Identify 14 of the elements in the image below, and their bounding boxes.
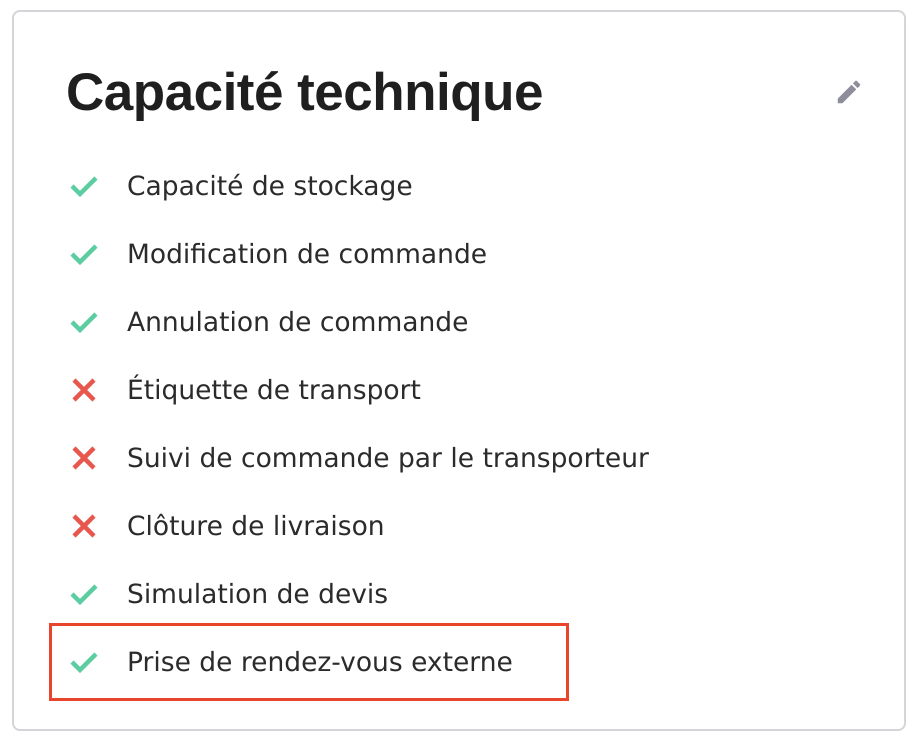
check-icon (69, 174, 99, 198)
capability-label: Suivi de commande par le transporteur (127, 442, 649, 474)
capability-label: Prise de rendez-vous externe (127, 646, 513, 678)
capability-label: Clôture de livraison (127, 510, 385, 542)
capability-label: Étiquette de transport (127, 374, 421, 406)
capability-label: Simulation de devis (127, 578, 388, 610)
check-icon (69, 242, 99, 266)
capability-label: Modification de commande (127, 238, 488, 270)
check-icon (69, 310, 99, 334)
capability-label: Capacité de stockage (127, 170, 413, 202)
check-icon (69, 582, 99, 606)
capability-label: Annulation de commande (127, 306, 468, 338)
card-title: Capacité technique (66, 62, 543, 122)
check-icon (69, 650, 99, 674)
